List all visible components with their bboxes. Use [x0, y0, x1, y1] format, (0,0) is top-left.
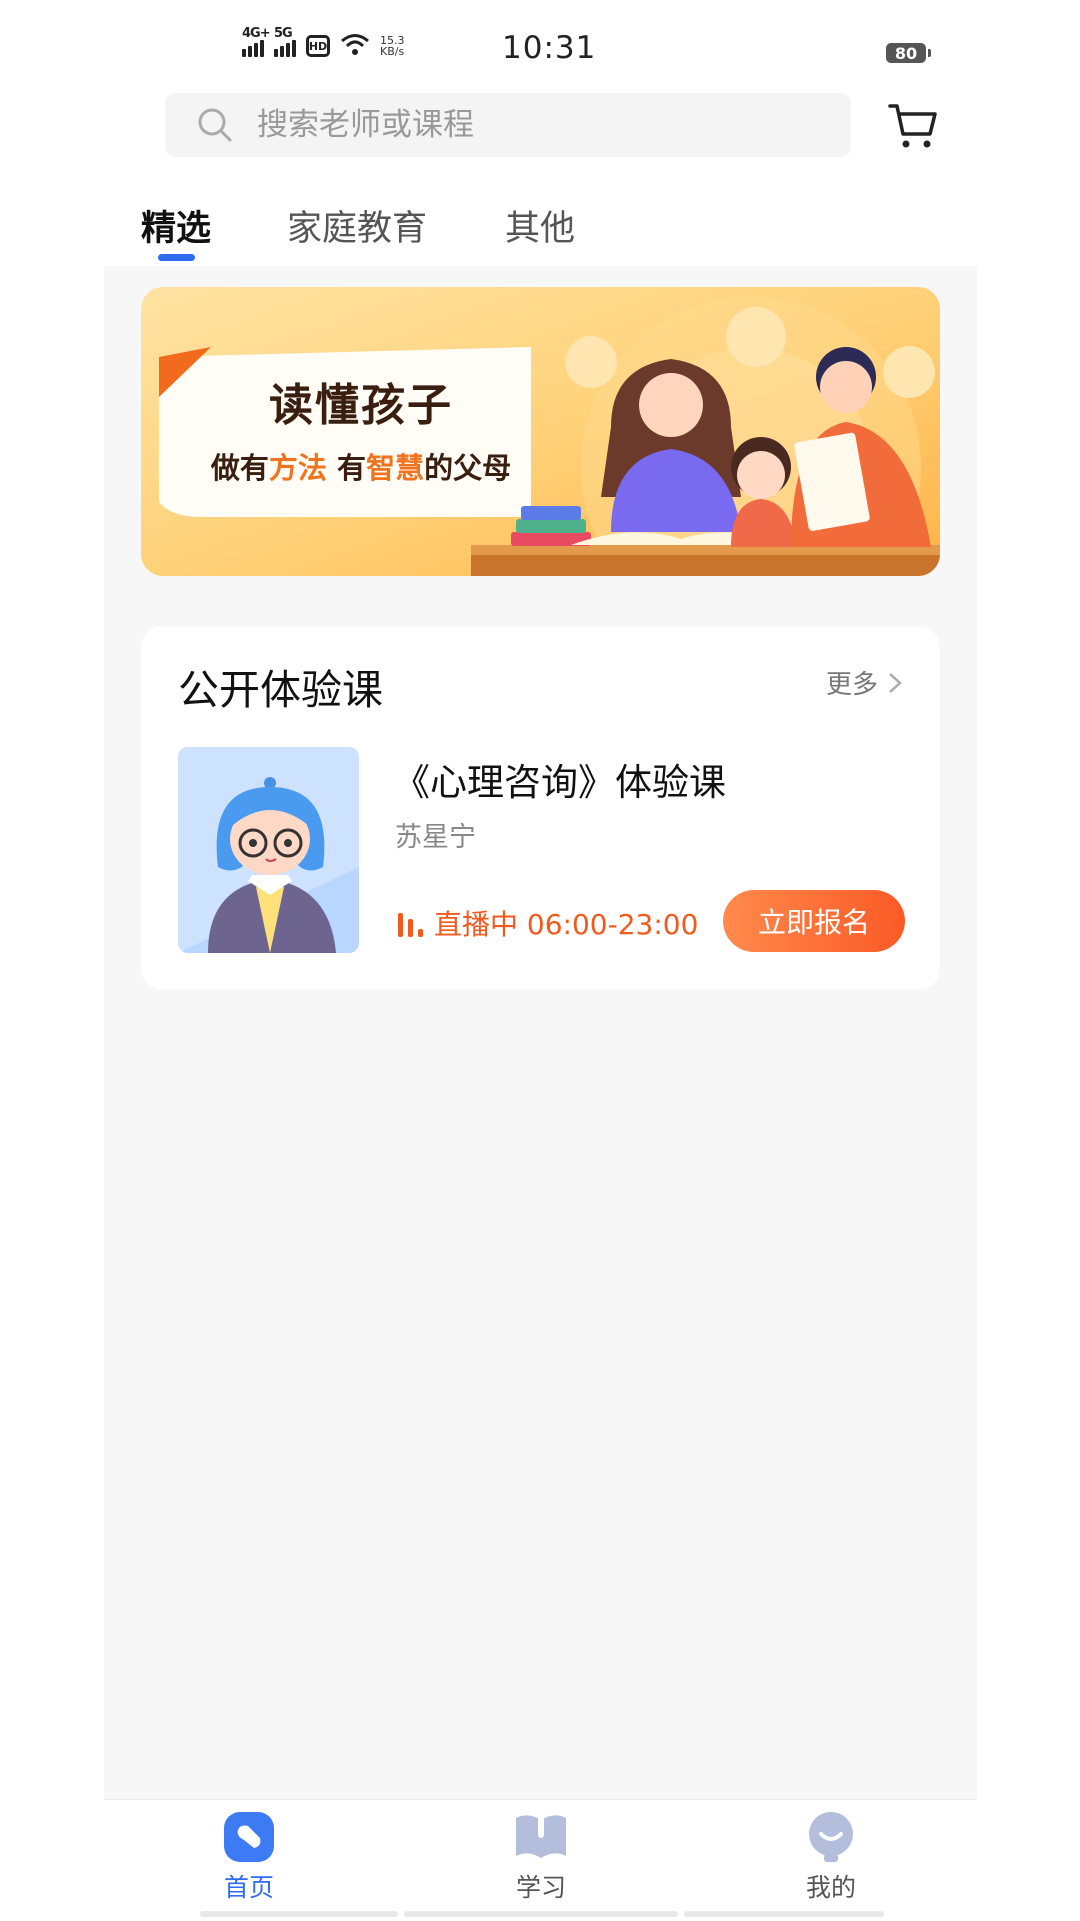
banner-subline: 做有方法 有智慧的父母: [210, 451, 512, 485]
nav-divider: [684, 1911, 884, 1917]
banner-headline: 读懂孩子: [269, 380, 453, 431]
more-link[interactable]: 更多: [826, 664, 902, 701]
profile-icon: [809, 1812, 853, 1862]
hd-icon: HD: [306, 35, 330, 57]
home-icon: [224, 1812, 274, 1862]
nav-study[interactable]: 学习: [471, 1810, 611, 1904]
chevron-right-icon: [889, 672, 902, 693]
network-type-label: 5G: [274, 26, 293, 41]
promo-banner[interactable]: 读懂孩子 做有方法 有智慧的父母: [141, 287, 940, 576]
nav-label-study: 学习: [515, 1873, 566, 1902]
teacher-avatar: [178, 747, 359, 953]
nav-label-home: 首页: [223, 1873, 274, 1902]
tab-featured[interactable]: 精选: [141, 200, 211, 251]
signal-4g-icon: 4G+: [242, 26, 271, 57]
clock: 10:31: [502, 30, 597, 66]
tab-family-education[interactable]: 家庭教育: [287, 200, 427, 251]
nav-divider: [200, 1911, 398, 1917]
book-icon: [516, 1815, 566, 1858]
banner-text: 读懂孩子 做有方法 有智慧的父母: [201, 369, 521, 487]
wifi-icon: [341, 34, 369, 55]
nav-label-profile: 我的: [805, 1873, 856, 1902]
status-bar: 4G+ 5G HD 15.3 KB/s 10:31 80: [0, 0, 1080, 90]
tab-active-indicator: [158, 254, 195, 261]
live-icon: [398, 913, 423, 937]
network-type-label: 4G+: [242, 26, 271, 41]
category-tabs: 精选 家庭教育 其他: [0, 190, 1080, 266]
course-title[interactable]: 《心理咨询》体验课: [393, 752, 726, 806]
signup-button[interactable]: 立即报名: [723, 890, 905, 952]
open-trial-section: 公开体验课 更多 《心理咨询》体验课 苏星宁 直播中 06:00-23:00 立…: [141, 626, 940, 990]
search-input[interactable]: [257, 93, 817, 157]
speed-unit: KB/s: [380, 45, 405, 58]
network-speed: 15.3 KB/s: [380, 35, 405, 57]
bottom-nav: 首页 学习 我的: [104, 1799, 977, 1921]
nav-home[interactable]: 首页: [179, 1810, 319, 1904]
tab-other[interactable]: 其他: [505, 200, 575, 251]
search-bar[interactable]: [165, 93, 851, 157]
cart-icon[interactable]: [888, 102, 938, 150]
course-thumbnail[interactable]: [178, 747, 359, 953]
section-title: 公开体验课: [178, 666, 383, 714]
live-text: 直播中 06:00-23:00: [434, 908, 699, 941]
battery-icon: 80: [886, 43, 931, 63]
live-status: 直播中 06:00-23:00: [396, 903, 698, 943]
nav-divider: [404, 1911, 678, 1917]
more-label: 更多: [825, 670, 878, 700]
teacher-name: 苏星宁: [395, 822, 476, 853]
search-icon: [198, 108, 232, 142]
nav-profile[interactable]: 我的: [761, 1810, 901, 1904]
signal-5g-icon: 5G: [274, 26, 296, 57]
status-icons: 4G+ 5G HD 15.3 KB/s: [242, 26, 405, 57]
